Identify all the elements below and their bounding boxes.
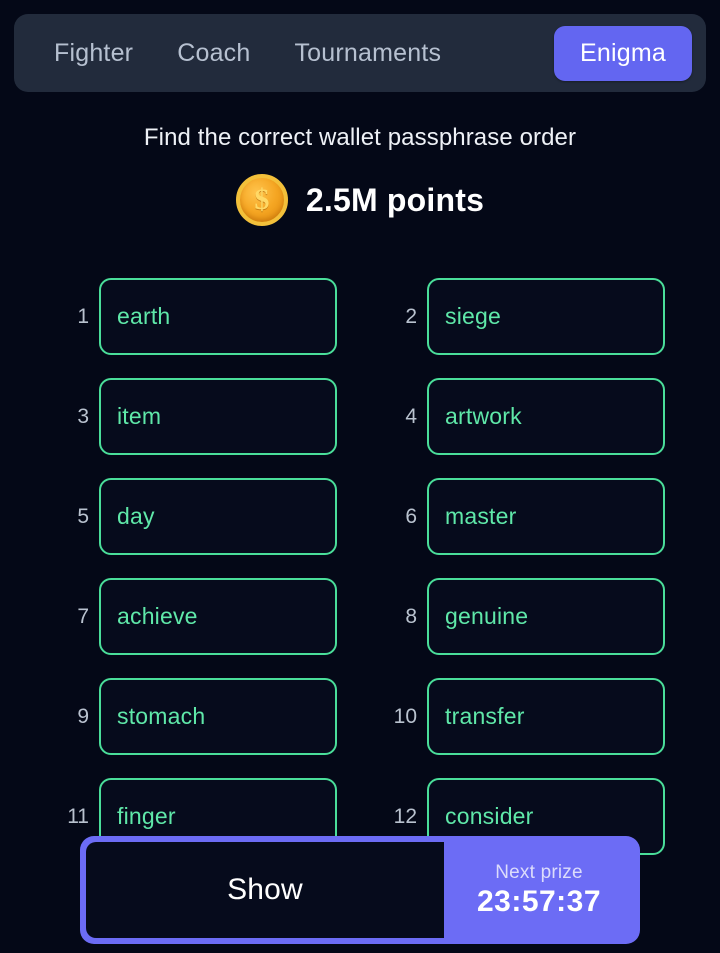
word-text: item — [117, 403, 162, 429]
enigma-screen: Fighter Coach Tournaments Enigma Find th… — [0, 0, 720, 953]
cell-index: 9 — [77, 705, 89, 728]
grid-cell-6: 6 master — [383, 478, 665, 555]
word-box-6[interactable]: master — [427, 478, 665, 555]
grid-cell-1: 1 earth — [55, 278, 337, 355]
tab-coach[interactable]: Coach — [155, 27, 272, 80]
word-box-1[interactable]: earth — [99, 278, 337, 355]
grid-cell-4: 4 artwork — [383, 378, 665, 455]
tab-enigma[interactable]: Enigma — [554, 25, 692, 81]
word-text: master — [445, 503, 517, 529]
cell-index: 2 — [405, 305, 417, 328]
word-text: artwork — [445, 403, 522, 429]
word-box-5[interactable]: day — [99, 478, 337, 555]
cell-index: 8 — [405, 605, 417, 628]
grid-cell-5: 5 day — [55, 478, 337, 555]
word-box-7[interactable]: achieve — [99, 578, 337, 655]
cell-index: 1 — [77, 305, 89, 328]
show-button-label: Show — [227, 873, 303, 906]
grid-cell-8: 8 genuine — [383, 578, 665, 655]
grid-cell-9: 9 stomach — [55, 678, 337, 755]
word-box-8[interactable]: genuine — [427, 578, 665, 655]
word-box-2[interactable]: siege — [427, 278, 665, 355]
word-text: siege — [445, 303, 501, 329]
word-text: achieve — [117, 603, 198, 629]
word-box-3[interactable]: item — [99, 378, 337, 455]
word-text: finger — [117, 803, 176, 829]
cell-index: 11 — [67, 805, 89, 828]
coin-icon: $ — [235, 174, 288, 226]
action-bar: Show Next prize 23:57:37 — [80, 836, 640, 944]
tab-tournaments[interactable]: Tournaments — [272, 27, 463, 80]
cell-index: 12 — [393, 805, 417, 828]
word-text: transfer — [445, 703, 525, 729]
word-text: earth — [117, 303, 171, 329]
cell-index: 10 — [393, 705, 417, 728]
tab-fighter[interactable]: Fighter — [32, 27, 155, 80]
word-box-10[interactable]: transfer — [427, 678, 665, 755]
word-box-9[interactable]: stomach — [99, 678, 337, 755]
cell-index: 6 — [405, 505, 417, 528]
word-box-4[interactable]: artwork — [427, 378, 665, 455]
points-row: $ 2.5M points — [235, 174, 485, 226]
grid-cell-10: 10 transfer — [383, 678, 665, 755]
cell-index: 7 — [77, 605, 89, 628]
grid-cell-2: 2 siege — [383, 278, 665, 355]
points-amount: 2.5M points — [305, 181, 485, 218]
cell-index: 4 — [405, 405, 417, 428]
grid-cell-7: 7 achieve — [55, 578, 337, 655]
coin-dollar-sign: $ — [254, 183, 270, 216]
cell-index: 5 — [77, 505, 89, 528]
next-prize-timer: 23:57:37 — [476, 885, 602, 919]
next-prize-panel[interactable]: Next prize 23:57:37 — [444, 842, 634, 938]
passphrase-grid: 1 earth 2 siege 3 item 4 artwork 5 day 6… — [55, 278, 665, 855]
cell-index: 3 — [77, 405, 89, 428]
grid-cell-3: 3 item — [55, 378, 337, 455]
show-button[interactable]: Show — [86, 842, 444, 938]
word-text: stomach — [117, 703, 206, 729]
word-text: consider — [445, 803, 534, 829]
word-text: day — [117, 503, 155, 529]
next-prize-label: Next prize — [495, 862, 583, 884]
word-text: genuine — [445, 603, 529, 629]
main-navbar: Fighter Coach Tournaments Enigma — [14, 14, 706, 92]
page-title: Find the correct wallet passphrase order — [143, 124, 577, 151]
